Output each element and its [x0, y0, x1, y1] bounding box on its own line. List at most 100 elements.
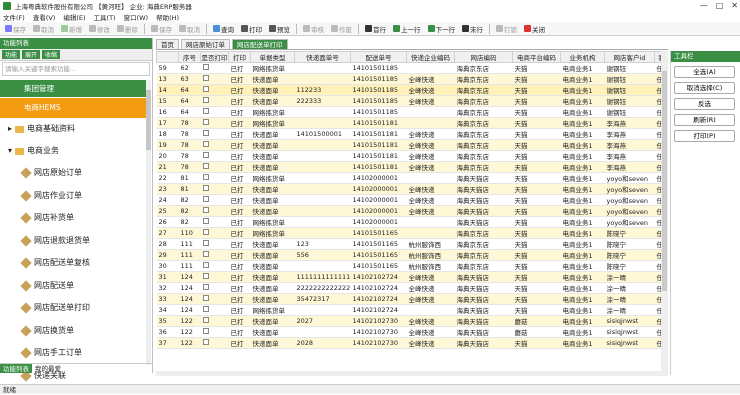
print-checkbox-cell[interactable] [200, 271, 229, 283]
column-header-2[interactable]: 是否打印 [200, 51, 229, 63]
tree-folder-0[interactable]: ▸ 电商基础资料 [0, 118, 146, 140]
toolbar-button-3[interactable]: 修改 [87, 23, 112, 34]
tree-leaf-6[interactable]: 网店配送单打印 [0, 297, 146, 320]
print-checkbox[interactable] [202, 328, 209, 334]
print-checkbox[interactable] [202, 240, 209, 246]
print-checkbox-cell[interactable] [200, 161, 229, 173]
table-row[interactable]: 32 124 已打 快递面单 2222222222222 14102102724 全峰快递海… [156, 282, 668, 294]
tab-function-list[interactable]: 功能列表 [0, 364, 32, 373]
table-row[interactable]: 18 78 已打 快递面单 14101500001 14101501181 全峰快递 海典京东… [156, 128, 668, 140]
toolbar-button-14[interactable]: 下一行 [426, 23, 458, 34]
column-header-6[interactable]: 配送单号 [350, 51, 407, 63]
print-checkbox-cell[interactable] [200, 282, 229, 294]
print-checkbox-cell[interactable] [200, 84, 229, 96]
table-row[interactable]: 30 111 已打 快递面单 14101501165 杭州服饰西 海典京东店 天猫 电商业务1 陈… [156, 260, 668, 272]
tree-leaf-4[interactable]: 网店配送单复核 [0, 252, 146, 275]
tree-leaf-1[interactable]: 网店作业订单 [0, 185, 146, 208]
close-window-button[interactable]: ✕ [731, 1, 738, 10]
toolbar-button-12[interactable]: 首行 [363, 23, 388, 34]
column-header-9[interactable]: 电商平台编码 [512, 51, 561, 63]
toolbar-button-5[interactable]: 保存 [149, 23, 174, 34]
grid-scroll-thumb[interactable] [662, 71, 667, 291]
print-checkbox[interactable] [202, 295, 209, 301]
column-header-10[interactable]: 业务机构 [560, 51, 605, 63]
sidebar-scrollbar[interactable] [146, 80, 151, 365]
toolbar-button-0[interactable]: 保存 [3, 23, 28, 34]
print-checkbox-cell[interactable] [200, 326, 229, 338]
print-checkbox-cell[interactable] [200, 227, 229, 239]
table-row[interactable]: 25 82 已打 快递面单 14102000001 全峰快递 海典天猫店 天猫 电商业务1 yoy… [156, 205, 668, 217]
table-row[interactable]: 24 82 已打 快递面单 14102000001 全峰快递 海典天猫店 天猫 电商业务1 yoy… [156, 194, 668, 206]
toolbar-button-9[interactable]: 预览 [267, 23, 292, 34]
print-checkbox[interactable] [202, 97, 209, 103]
toolbar-button-7[interactable]: 查询 [211, 23, 236, 34]
print-checkbox-cell[interactable] [200, 117, 229, 129]
grid-vertical-scrollbar[interactable] [661, 51, 668, 371]
toolbar-button-16[interactable]: 钉锁 [494, 23, 519, 34]
print-checkbox[interactable] [202, 185, 209, 191]
print-checkbox[interactable] [202, 317, 209, 323]
grid-horizontal-scrollbar[interactable] [156, 371, 668, 376]
print-checkbox[interactable] [202, 262, 209, 268]
print-checkbox[interactable] [202, 339, 209, 345]
print-checkbox[interactable] [202, 207, 209, 213]
sidebar-search-input[interactable]: 请输入关键字搜索功能... [2, 62, 150, 76]
tool-button-2[interactable]: 反选 [674, 98, 735, 110]
menu-item-1[interactable]: 查看(V) [33, 12, 56, 22]
maximize-button[interactable]: □ [716, 1, 724, 10]
print-checkbox[interactable] [202, 196, 209, 202]
print-checkbox-cell[interactable] [200, 304, 229, 316]
print-checkbox-cell[interactable] [200, 205, 229, 217]
toolbar-button-13[interactable]: 上一行 [391, 23, 423, 34]
table-row[interactable]: 23 81 已打 快递面单 14102000001 全峰快递 海典天猫店 天猫 电商业务1 yoy… [156, 183, 668, 195]
toolbar-button-1[interactable]: 取消 [31, 23, 56, 34]
print-checkbox-cell[interactable] [200, 73, 229, 85]
sidebar-scroll-thumb[interactable] [146, 90, 151, 150]
column-header-11[interactable]: 网店客户id [604, 51, 655, 63]
print-checkbox-cell[interactable] [200, 172, 229, 184]
print-checkbox[interactable] [202, 306, 209, 312]
toolbar-button-15[interactable]: 末行 [460, 23, 485, 34]
column-header-3[interactable]: 打印 [228, 51, 251, 63]
tool-button-0[interactable]: 全选(A) [674, 66, 735, 78]
table-row[interactable]: 16 64 已打 网络拣货单 14101501185 海典京东店 天猫 电商业务1 谢钢钰任 [156, 106, 668, 118]
table-row[interactable]: 15 64 已打 快递面单 222333 14101501185 全峰快递 海典京东店 天猫 电商… [156, 95, 668, 107]
print-checkbox-cell[interactable] [200, 95, 229, 107]
tool-button-3[interactable]: 刷新(R) [674, 114, 735, 126]
print-checkbox[interactable] [202, 86, 209, 92]
tree-leaf-8[interactable]: 网店手工订单 [0, 342, 146, 365]
print-checkbox[interactable] [202, 218, 209, 224]
table-row[interactable]: 35 122 已打 快递面单 2027 14102102730 全峰快递 海典天猫店 蘑菇 电商业… [156, 315, 668, 327]
print-checkbox[interactable] [202, 75, 209, 81]
column-header-4[interactable]: 单据类型 [250, 51, 295, 63]
column-header-8[interactable]: 网店编码 [454, 51, 513, 63]
print-checkbox-cell[interactable] [200, 238, 229, 250]
toolbar-button-6[interactable]: 取消 [177, 23, 202, 34]
table-row[interactable]: 33 124 已打 快递面单 35472317 14102102724 全峰快递 海典天猫店天… [156, 293, 668, 305]
sidebar-tool-button-1[interactable]: 展开 [22, 50, 41, 59]
print-checkbox[interactable] [202, 64, 209, 70]
print-checkbox[interactable] [202, 108, 209, 114]
print-checkbox[interactable] [202, 152, 209, 158]
table-row[interactable]: 13 63 已打 快递面单 14101501185 全峰快递 海典京东店 天猫 电商业务1 谢钢钰… [156, 73, 668, 85]
tool-button-1[interactable]: 取消选择(C) [674, 82, 735, 94]
print-checkbox-cell[interactable] [200, 128, 229, 140]
collapse-arrow-icon[interactable]: ▾ [8, 140, 12, 162]
tree-folder-1[interactable]: ▾ 电商业务 [0, 140, 146, 162]
print-checkbox-cell[interactable] [200, 216, 229, 228]
column-header-7[interactable]: 快递企业编码 [406, 51, 455, 63]
table-row[interactable]: 37 122 已打 快递面单 2028 14102102730 全峰快递 海典天猫店 天猫 电商业… [156, 337, 668, 349]
print-checkbox-cell[interactable] [200, 315, 229, 327]
tab-original-orders[interactable]: 网店原始订单 [181, 39, 230, 49]
table-row[interactable]: 31 124 已打 快递面单 1111111111111 14102102724 全峰快递海… [156, 271, 668, 283]
print-checkbox-cell[interactable] [200, 150, 229, 162]
table-row[interactable]: 17 78 已打 网络拣货单 14101501181 海典京东店 天猫 电商业务1 李海燕任 [156, 117, 668, 129]
table-row[interactable]: 34 124 已打 网络拣货单 14102102724 海典天猫店 天猫 电商业务1 涂一晴任 [156, 304, 668, 316]
column-header-1[interactable]: 序号 [178, 51, 201, 63]
column-header-5[interactable]: 快递面单号 [294, 51, 351, 63]
print-checkbox[interactable] [202, 229, 209, 235]
table-row[interactable]: 21 78 已打 快递面单 14101501181 全峰快递 海典京东店 天猫 电商业务1 李海燕… [156, 161, 668, 173]
tree-leaf-2[interactable]: 网店补货单 [0, 207, 146, 230]
table-row[interactable]: 20 78 已打 快递面单 14101501181 全峰快递 海典京东店 天猫 电商业务1 李海燕… [156, 150, 668, 162]
minimize-button[interactable]: — [700, 1, 708, 10]
